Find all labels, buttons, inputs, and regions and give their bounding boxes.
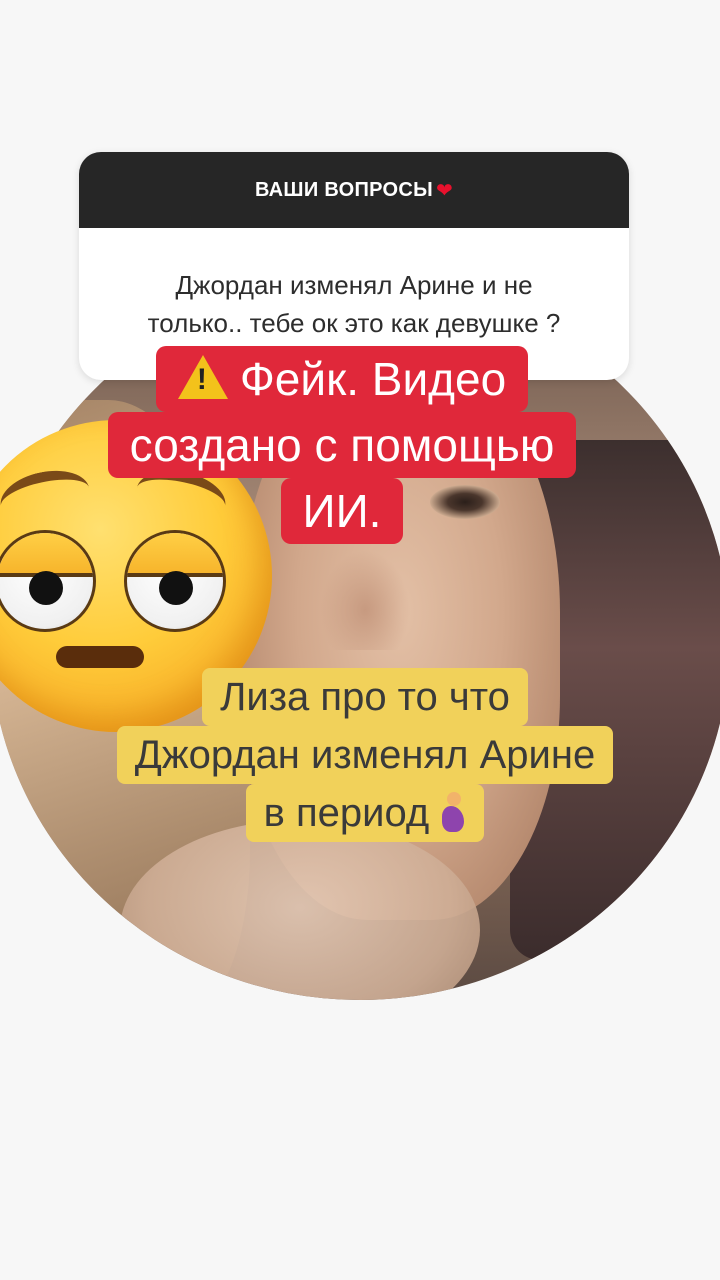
question-sticker-title: ВАШИ ВОПРОСЫ [254,178,433,201]
caption-line-1: Лиза про то что [202,668,528,726]
warning-line-1: Фейк. Видео [155,346,529,412]
video-caption: Лиза про то что Джордан изменял Арине в … [70,668,660,842]
warning-line-3: ИИ. [280,478,404,544]
video-nose [320,550,410,650]
emoji-eye-left [0,530,96,632]
question-text: Джордан изменял Арине и не только.. тебе… [79,228,629,342]
caption-text-3: в период [263,791,430,835]
heart-icon: ❤ [436,179,454,202]
emoji-mouth [56,646,144,668]
question-sticker-header: ВАШИ ВОПРОСЫ ❤ [79,152,629,228]
warning-text-1: Фейк. Видео [239,353,507,405]
warning-line-2: создано с помощью [107,412,577,478]
fake-warning-banner: Фейк. Видео создано с помощью ИИ. [52,346,632,544]
warning-icon [177,355,228,399]
story-screen: 362 ВАШИ ВОПРОСЫ❤ Джордан изменял Арине … [0,0,720,1280]
question-line-2: только.. тебе ок это как девушке ? [147,308,561,338]
caption-line-2: Джордан изменял Арине [116,726,614,784]
emoji-eye-right [124,530,226,632]
question-line-1: Джордан изменял Арине и не [175,270,533,300]
caption-line-3: в период [245,784,485,842]
pregnant-woman-icon [440,792,466,832]
